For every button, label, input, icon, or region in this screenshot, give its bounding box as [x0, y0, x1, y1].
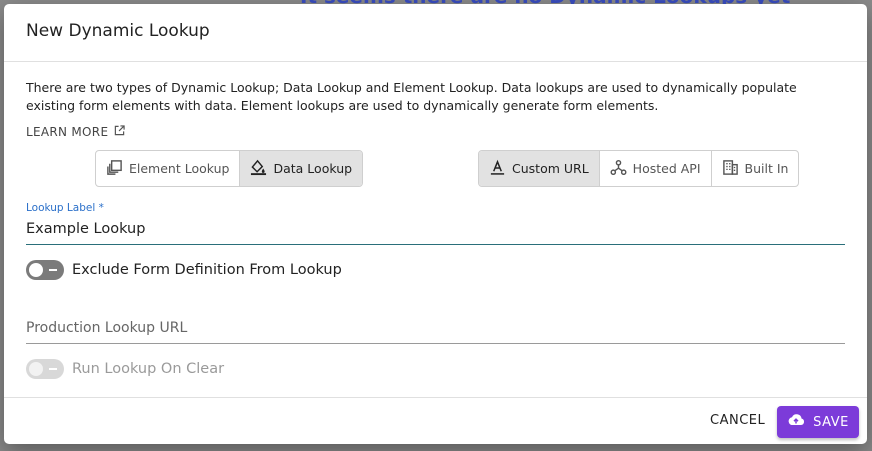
- built-in-button[interactable]: Built In: [712, 151, 799, 186]
- exclude-form-definition-row: Exclude Form Definition From Lookup: [26, 260, 342, 280]
- lookup-source-toggle: Custom URL Hosted API Built In: [478, 150, 800, 187]
- external-link-icon: [114, 125, 126, 139]
- run-lookup-on-clear-toggle[interactable]: [26, 359, 64, 379]
- hosted-api-button[interactable]: Hosted API: [600, 151, 712, 186]
- exclude-form-definition-label: Exclude Form Definition From Lookup: [72, 262, 342, 278]
- production-lookup-url-input[interactable]: Production Lookup URL: [26, 313, 845, 344]
- exclude-form-definition-toggle[interactable]: [26, 260, 64, 280]
- element-lookup-label: Element Lookup: [129, 161, 230, 176]
- lookup-type-toggle: Element Lookup Data Lookup: [95, 150, 364, 187]
- learn-more-link[interactable]: LEARN MORE: [26, 125, 126, 139]
- building-icon: [722, 159, 739, 179]
- lookup-label-caption: Lookup Label *: [26, 202, 104, 214]
- api-icon: [610, 159, 627, 179]
- run-lookup-on-clear-row: Run Lookup On Clear: [26, 359, 224, 379]
- dialog-title: New Dynamic Lookup: [26, 21, 210, 41]
- data-lookup-button[interactable]: Data Lookup: [240, 151, 363, 186]
- dialog-description: There are two types of Dynamic Lookup; D…: [26, 80, 797, 113]
- built-in-label: Built In: [744, 161, 789, 176]
- custom-url-label: Custom URL: [512, 161, 589, 176]
- lookup-label-input[interactable]: Example Lookup: [26, 215, 845, 245]
- custom-url-button[interactable]: Custom URL: [479, 151, 600, 186]
- run-lookup-on-clear-label: Run Lookup On Clear: [72, 361, 225, 377]
- data-lookup-label: Data Lookup: [273, 161, 353, 176]
- save-button[interactable]: SAVE: [777, 406, 859, 438]
- element-lookup-button[interactable]: Element Lookup: [96, 151, 241, 186]
- dialog-header: New Dynamic Lookup: [4, 4, 867, 62]
- save-label: SAVE: [813, 414, 849, 430]
- cloud-upload-icon: [787, 413, 805, 431]
- dialog-footer: CANCEL SAVE: [4, 397, 867, 444]
- cancel-button[interactable]: CANCEL: [710, 413, 765, 428]
- new-dynamic-lookup-dialog: New Dynamic Lookup There are two types o…: [4, 4, 867, 444]
- text-format-icon: [489, 159, 506, 179]
- dialog-content: There are two types of Dynamic Lookup; D…: [4, 63, 867, 397]
- element-lookup-icon: [106, 159, 123, 179]
- hosted-api-label: Hosted API: [632, 161, 701, 176]
- learn-more-label: LEARN MORE: [26, 125, 109, 139]
- data-lookup-icon: [250, 159, 267, 179]
